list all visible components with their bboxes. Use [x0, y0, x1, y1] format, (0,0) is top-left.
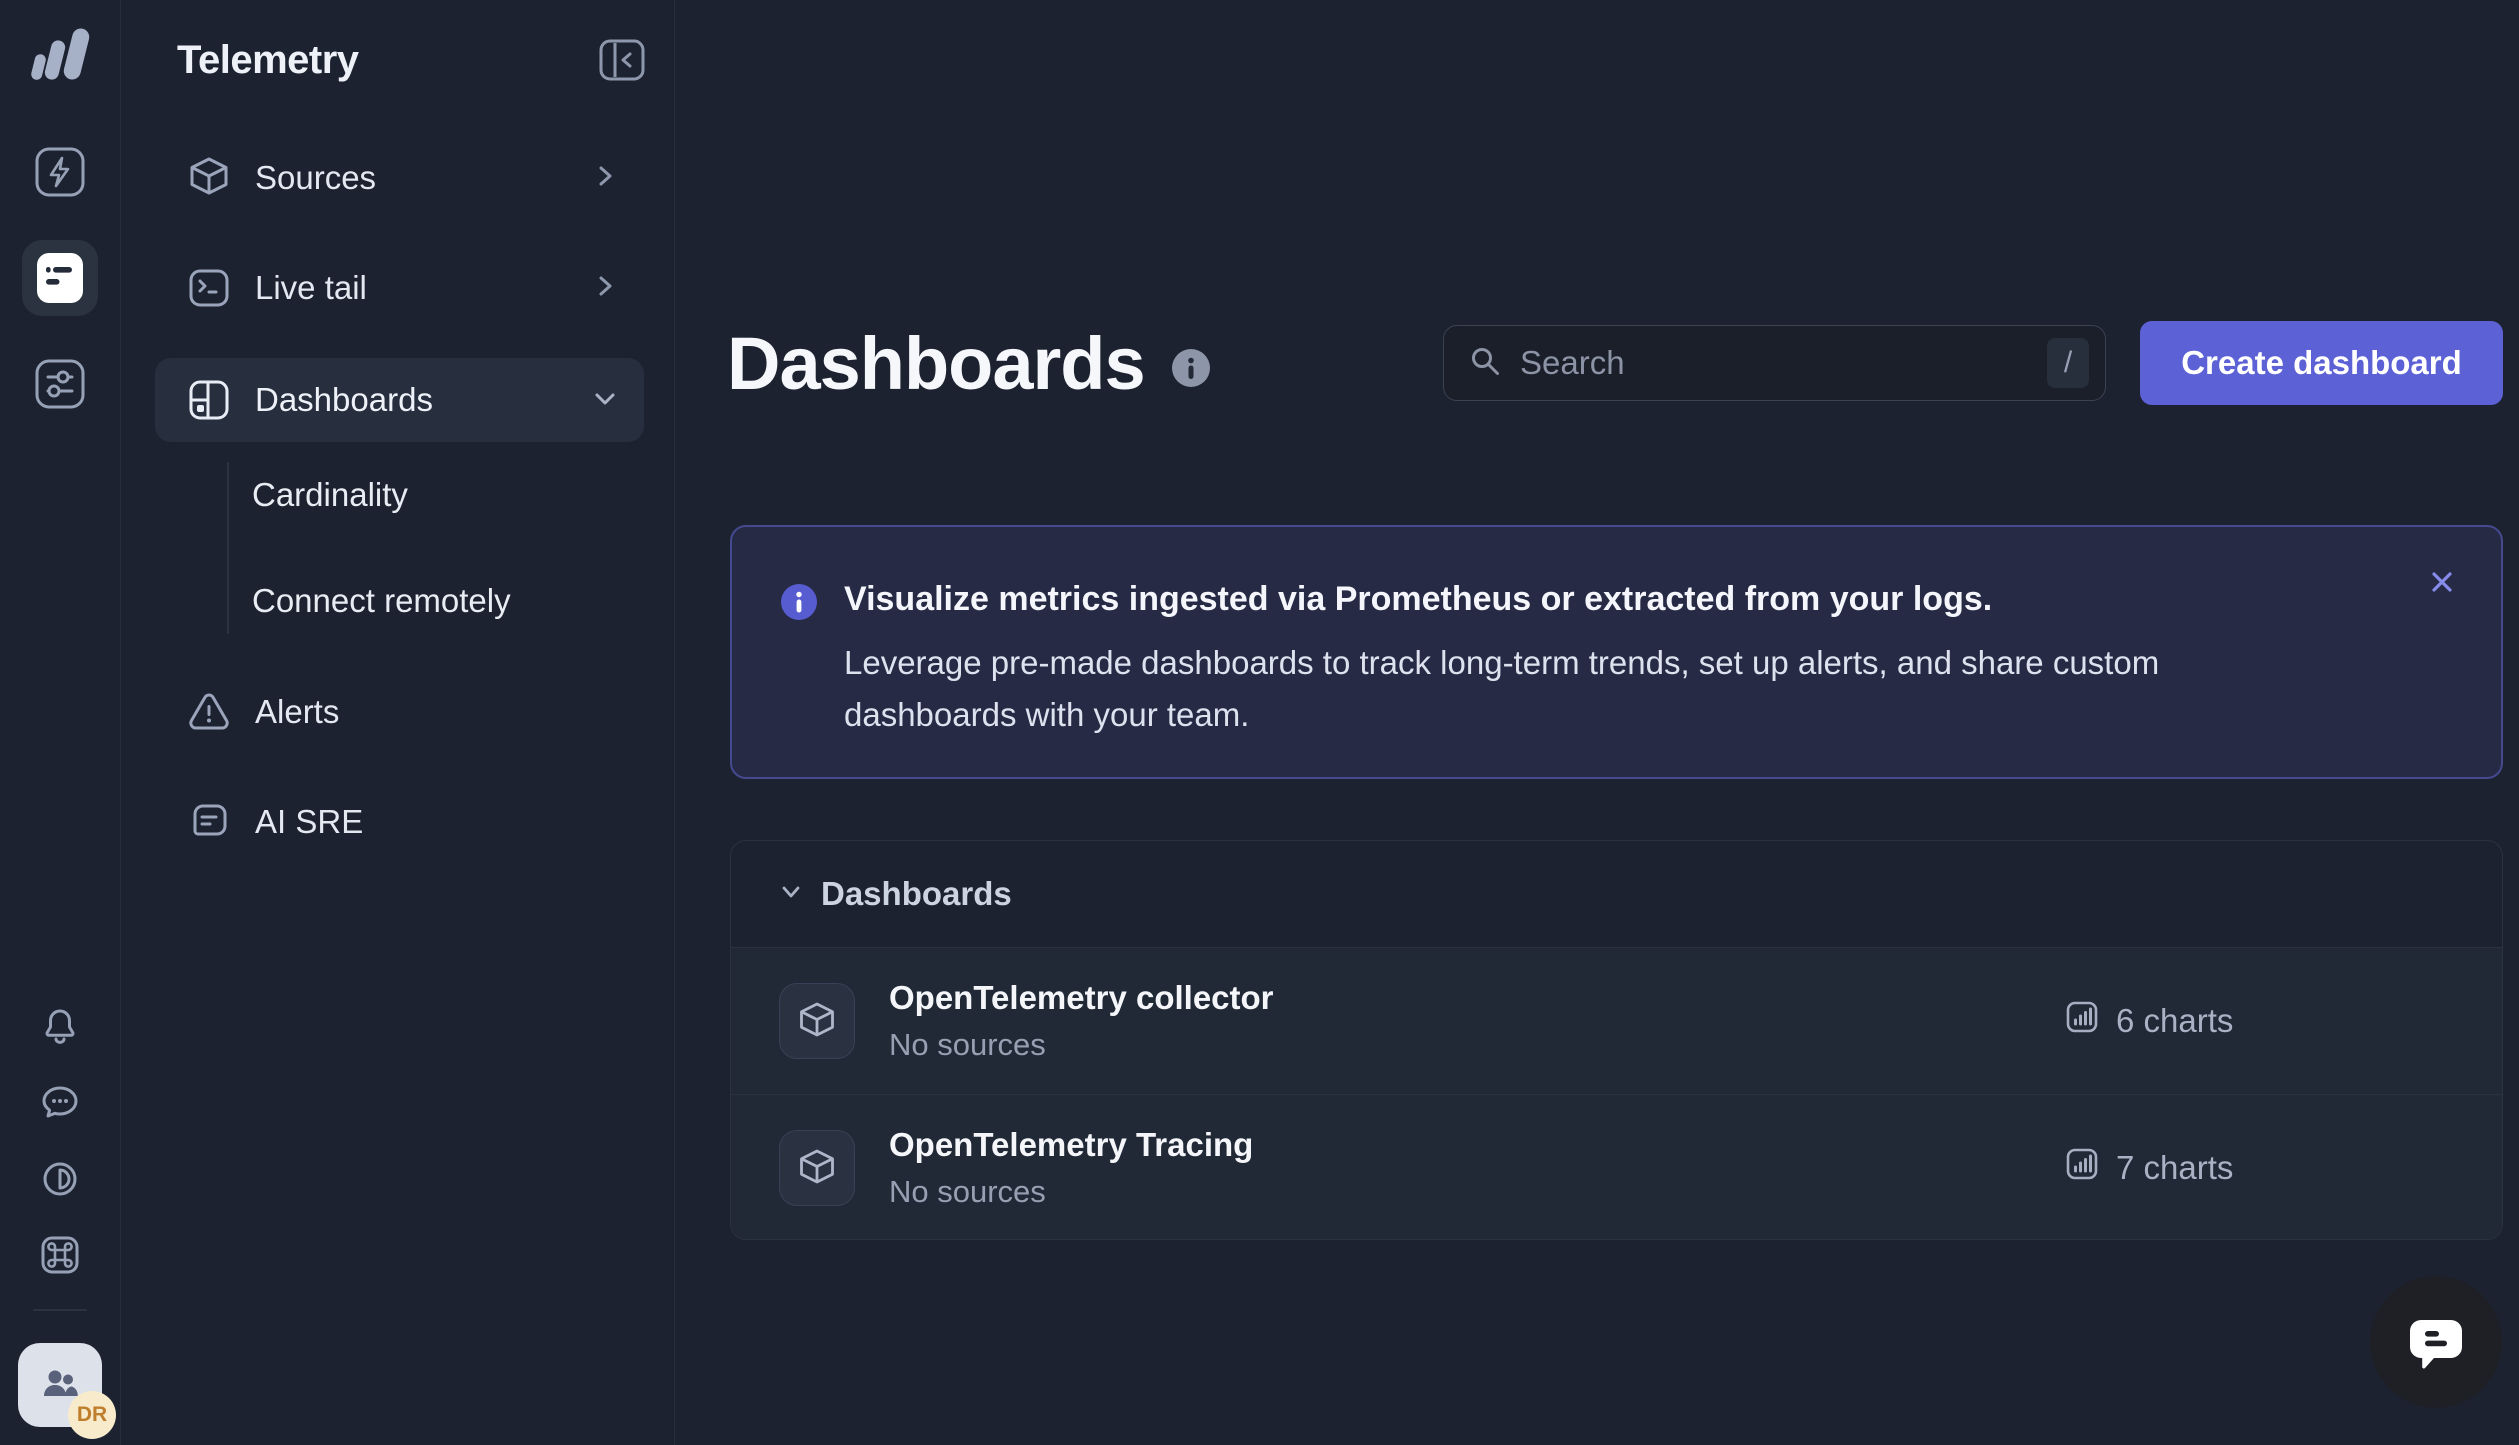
banner-body: Leverage pre-made dashboards to track lo…: [844, 637, 2274, 741]
sidebar-item-label: Dashboards: [255, 381, 592, 419]
user-avatar[interactable]: DR: [18, 1343, 102, 1427]
search-input[interactable]: [1520, 344, 2047, 382]
ai-chat-icon: [185, 798, 233, 846]
chart-count: 6 charts: [2116, 1002, 2233, 1040]
logs-icon[interactable]: [22, 240, 98, 316]
sidebar-item-cardinality[interactable]: Cardinality: [155, 453, 644, 537]
dashboard-grid-icon: [185, 376, 233, 424]
rail-divider: [33, 1309, 87, 1311]
sidebar-item-label: Live tail: [255, 269, 592, 307]
banner-info-icon: [780, 583, 818, 626]
sidebar-item-alerts[interactable]: Alerts: [155, 670, 644, 754]
pipeline-sliders-icon[interactable]: [32, 356, 88, 412]
rail-nav: [22, 144, 98, 412]
bar-chart-icon: [2064, 1146, 2100, 1190]
panel-collapse-icon[interactable]: [596, 34, 648, 86]
dashboard-row[interactable]: OpenTelemetry collector No sources 6 cha…: [731, 948, 2502, 1094]
sidebar-item-label: AI SRE: [255, 803, 618, 841]
sidebar-item-ai-sre[interactable]: AI SRE: [155, 780, 644, 864]
warning-triangle-icon: [185, 688, 233, 736]
chart-count: 7 charts: [2116, 1149, 2233, 1187]
info-banner: Visualize metrics ingested via Prometheu…: [730, 525, 2503, 779]
dashboards-panel: Dashboards OpenTelemetry collector No so…: [730, 840, 2503, 1240]
user-initials-badge: DR: [68, 1391, 116, 1439]
close-icon[interactable]: [2427, 567, 2457, 600]
chevron-down-icon: [592, 381, 618, 419]
dashboard-row[interactable]: OpenTelemetry Tracing No sources 7 chart…: [731, 1094, 2502, 1240]
main-content: Dashboards / Create dashboard: [675, 0, 2519, 1445]
cube-icon: [185, 156, 233, 200]
search-icon: [1468, 344, 1502, 383]
rail-bottom: DR: [18, 1005, 102, 1445]
search-shortcut-key: /: [2047, 338, 2089, 388]
icon-rail: DR: [0, 0, 121, 1445]
terminal-icon: [185, 264, 233, 312]
page-title: Dashboards: [727, 321, 1145, 406]
sidebar-item-label: Sources: [255, 159, 592, 197]
chevron-right-icon: [592, 159, 618, 197]
cube-icon: [779, 1130, 855, 1206]
group-label: Dashboards: [821, 875, 1012, 913]
chevron-right-icon: [592, 269, 618, 307]
flash-icon[interactable]: [32, 144, 88, 200]
cube-icon: [779, 983, 855, 1059]
dashboards-group-header[interactable]: Dashboards: [731, 841, 2502, 947]
chat-dots-icon[interactable]: [38, 1081, 82, 1125]
sidebar-item-label: Connect remotely: [252, 582, 618, 620]
dashboard-title: OpenTelemetry collector: [889, 979, 1274, 1017]
command-icon[interactable]: [38, 1233, 82, 1277]
dashboard-title: OpenTelemetry Tracing: [889, 1126, 1253, 1164]
contrast-icon[interactable]: [38, 1157, 82, 1201]
mezmo-logo-icon[interactable]: [27, 26, 93, 88]
chevron-down-icon: [779, 880, 803, 909]
info-icon[interactable]: [1171, 348, 1211, 393]
search-box: /: [1443, 325, 2106, 401]
sidebar-item-label: Alerts: [255, 693, 618, 731]
sidebar-item-dashboards[interactable]: Dashboards: [155, 358, 644, 442]
sidebar-item-sources[interactable]: Sources: [155, 136, 644, 220]
dashboard-sources: No sources: [889, 1027, 1274, 1063]
create-dashboard-button[interactable]: Create dashboard: [2140, 321, 2503, 405]
sidebar-item-label: Cardinality: [252, 476, 618, 514]
sidebar-title: Telemetry: [177, 38, 359, 83]
chat-bubble-icon[interactable]: [2370, 1276, 2502, 1408]
bell-icon[interactable]: [38, 1005, 82, 1049]
bar-chart-icon: [2064, 999, 2100, 1043]
sidebar: Telemetry Sources: [121, 0, 675, 1445]
sidebar-item-connect-remotely[interactable]: Connect remotely: [155, 559, 644, 643]
banner-title: Visualize metrics ingested via Prometheu…: [844, 580, 1992, 619]
dashboard-sources: No sources: [889, 1174, 1253, 1210]
sidebar-item-live-tail[interactable]: Live tail: [155, 246, 644, 330]
